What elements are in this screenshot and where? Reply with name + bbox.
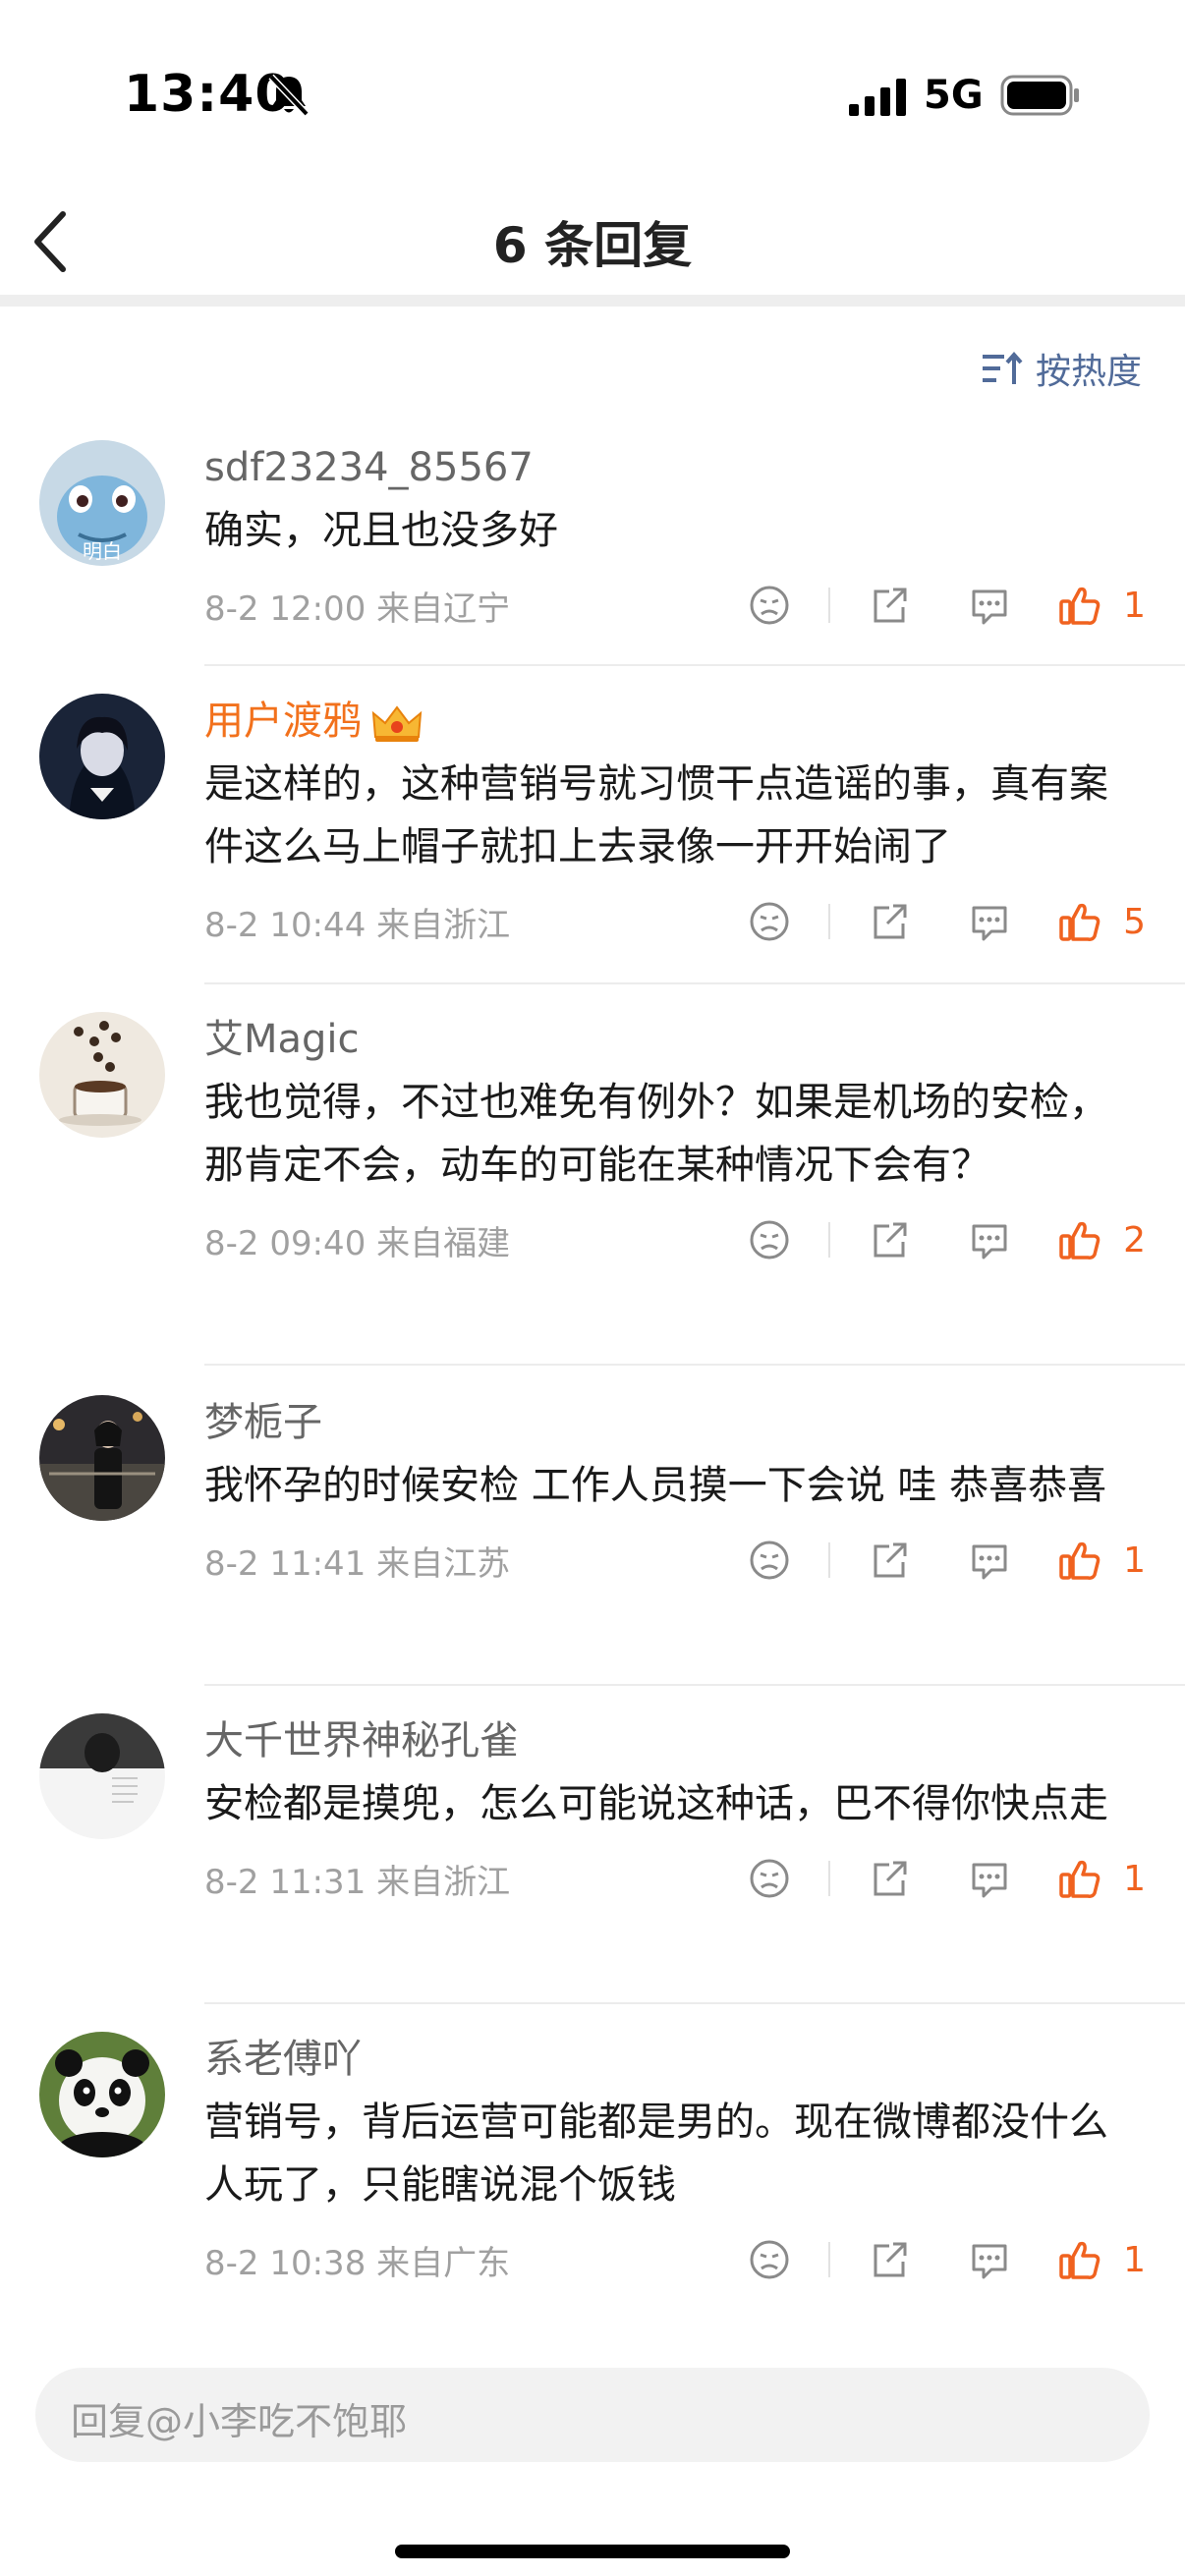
action-separator (828, 588, 831, 623)
sort-icon (982, 351, 1023, 384)
header-divider (0, 295, 1185, 307)
like-count: 1 (1123, 2239, 1146, 2280)
action-separator (828, 1542, 831, 1578)
action-separator (828, 1222, 831, 1258)
avatar[interactable] (39, 1713, 165, 1839)
like-count: 5 (1123, 901, 1146, 942)
comment-divider (204, 1364, 1185, 1366)
comment-icon[interactable] (968, 1857, 1011, 1900)
status-bar: 13:40 5G (0, 0, 1185, 187)
thumbs-up-icon (1059, 587, 1100, 625)
vip-crown-icon (371, 705, 423, 742)
like-button[interactable]: 5 (1058, 900, 1146, 943)
comment-time: 8-2 12:00 来自辽宁 (204, 589, 511, 629)
like-button[interactable]: 1 (1058, 584, 1146, 627)
comment-icon[interactable] (968, 1539, 1011, 1582)
action-separator (828, 904, 831, 939)
comment-icon[interactable] (968, 900, 1011, 943)
avatar[interactable] (39, 2032, 165, 2157)
comment-time: 8-2 10:38 来自广东 (204, 2244, 511, 2283)
reply-input[interactable]: 回复@小李吃不饱耶 (35, 2368, 1150, 2462)
comment-icon[interactable] (968, 1218, 1011, 1261)
comment-icon[interactable] (968, 584, 1011, 627)
reply-placeholder: 回复@小李吃不饱耶 (71, 2400, 408, 2443)
comment-author[interactable]: 梦栀子 (204, 1395, 1146, 1450)
comment-text: 我怀孕的时候安检 工作人员摸一下会说 哇 恭喜恭喜 (204, 1463, 1107, 1508)
comment-text: 营销号，背后运营可能都是男的。现在微博都没什么人玩了，只能瞎说混个饭钱 (204, 2100, 1108, 2208)
dislike-icon[interactable] (748, 584, 791, 627)
comment-author[interactable]: 用户渡鸦 (204, 694, 1146, 749)
share-icon[interactable] (868, 900, 911, 943)
avatar-label: 明白 (83, 539, 122, 563)
comment-author[interactable]: 系老傅吖 (204, 2032, 1146, 2087)
avatar[interactable] (39, 694, 165, 819)
comment-time: 8-2 11:31 来自浙江 (204, 1863, 511, 1902)
dislike-icon[interactable] (748, 1539, 791, 1582)
like-count: 2 (1123, 1219, 1146, 1260)
battery-icon (1000, 75, 1079, 116)
like-count: 1 (1123, 1858, 1146, 1899)
dislike-icon[interactable] (748, 1218, 791, 1261)
like-button[interactable]: 2 (1058, 1218, 1146, 1261)
bell-muted-icon (268, 74, 310, 117)
thumbs-up-icon (1059, 903, 1100, 941)
comment-text: 确实，况且也没多好 (204, 508, 558, 553)
like-button[interactable]: 1 (1058, 1857, 1146, 1900)
comment-time: 8-2 11:41 来自江苏 (204, 1544, 511, 1584)
comment-time: 8-2 09:40 来自福建 (204, 1224, 511, 1263)
signal-icon (849, 79, 906, 116)
sort-label: 按热度 (1035, 352, 1142, 392)
page-title: 6 条回复 (492, 217, 693, 274)
status-time: 13:40 (124, 65, 292, 124)
sort-button[interactable]: 按热度 (981, 344, 1142, 393)
avatar[interactable] (39, 1395, 165, 1521)
comment-divider (204, 2002, 1185, 2004)
comment-text: 是这样的，这种营销号就习惯干点造谣的事，真有案件这么马上帽子就扣上去录像一开开始… (204, 761, 1108, 869)
comment-author-name: 用户渡鸦 (204, 699, 362, 744)
dislike-icon[interactable] (748, 2238, 791, 2281)
comment-author[interactable]: 艾Magic (204, 1012, 1146, 1067)
comment-divider (204, 1684, 1185, 1686)
comment-author[interactable]: 大千世界神秘孔雀 (204, 1713, 1146, 1768)
thumbs-up-icon (1059, 1221, 1100, 1260)
dislike-icon[interactable] (748, 900, 791, 943)
like-count: 1 (1123, 1540, 1146, 1581)
network-type: 5G (924, 73, 984, 118)
thumbs-up-icon (1059, 2241, 1100, 2279)
share-icon[interactable] (868, 1218, 911, 1261)
comment-divider (204, 664, 1185, 666)
dislike-icon[interactable] (748, 1857, 791, 1900)
like-count: 1 (1123, 585, 1146, 626)
nav-header: 6 条回复 (0, 187, 1185, 297)
share-icon[interactable] (868, 584, 911, 627)
share-icon[interactable] (868, 1539, 911, 1582)
comment-divider (204, 982, 1185, 984)
thumbs-up-icon (1059, 1860, 1100, 1898)
share-icon[interactable] (868, 1857, 911, 1900)
comment-text: 安检都是摸兜，怎么可能说这种话，巴不得你快点走 (204, 1781, 1108, 1826)
share-icon[interactable] (868, 2238, 911, 2281)
comment-author[interactable]: sdf23234_85567 (204, 440, 1146, 495)
home-indicator (395, 2545, 790, 2558)
like-button[interactable]: 1 (1058, 1539, 1146, 1582)
comment-text: 我也觉得，不过也难免有例外？如果是机场的安检，那肯定不会，动车的可能在某种情况下… (204, 1080, 1108, 1188)
thumbs-up-icon (1059, 1541, 1100, 1580)
like-button[interactable]: 1 (1058, 2238, 1146, 2281)
avatar[interactable]: 明白 (39, 440, 165, 566)
comment-time: 8-2 10:44 来自浙江 (204, 906, 511, 945)
avatar[interactable] (39, 1012, 165, 1138)
action-separator (828, 1861, 831, 1896)
action-separator (828, 2242, 831, 2277)
comment-icon[interactable] (968, 2238, 1011, 2281)
